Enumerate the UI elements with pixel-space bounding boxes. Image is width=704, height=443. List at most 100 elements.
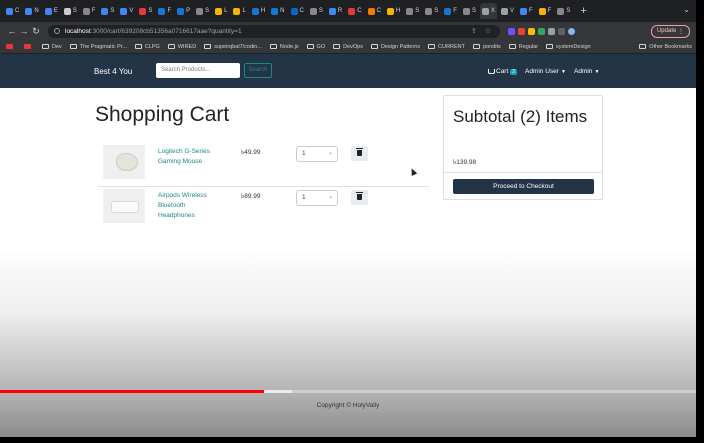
- quantity-value: 1: [302, 150, 306, 157]
- browser-tab[interactable]: N: [269, 3, 286, 19]
- browser-tab[interactable]: F: [537, 3, 554, 19]
- bookmark-item[interactable]: DevOps: [333, 44, 363, 50]
- quantity-select[interactable]: 1 ⌄: [296, 190, 338, 206]
- bookmark-item[interactable]: Design Patterns: [370, 43, 421, 50]
- extension-icon[interactable]: [518, 27, 525, 35]
- browser-tab[interactable]: N: [23, 3, 40, 19]
- quantity-value: 1: [302, 194, 306, 201]
- sidepanel-icon[interactable]: [558, 27, 565, 35]
- bookmark-item[interactable]: CURRENT: [428, 44, 465, 50]
- bookmark-label: Design Patterns: [380, 43, 421, 50]
- admin-user-dropdown[interactable]: Admin User ▼: [525, 68, 566, 75]
- bookmark-item[interactable]: CLPG: [134, 44, 160, 50]
- browser-tab[interactable]: H: [250, 3, 267, 19]
- share-and-bookmark-star-icons[interactable]: ⇪ ☆: [471, 27, 494, 35]
- extension-icon[interactable]: [508, 27, 515, 35]
- browser-tab[interactable]: C: [289, 3, 306, 19]
- browser-tab[interactable]: L: [213, 3, 229, 19]
- folder-icon: [428, 44, 436, 49]
- bookmark-item[interactable]: WIRED: [167, 44, 196, 50]
- browser-tab[interactable]: V: [499, 3, 516, 19]
- remove-item-button[interactable]: [351, 190, 368, 205]
- tab-label: F: [547, 8, 552, 14]
- back-arrow-icon[interactable]: ←: [6, 26, 18, 36]
- new-tab-button[interactable]: +: [580, 5, 586, 17]
- browser-tab[interactable]: C: [4, 3, 21, 19]
- browser-tab[interactable]: F: [156, 3, 173, 19]
- video-progress-bar[interactable]: [0, 390, 696, 393]
- bookmark-label: pondits: [483, 43, 501, 50]
- browser-tab[interactable]: F: [518, 3, 535, 19]
- browser-tab[interactable]: C: [366, 3, 383, 19]
- browser-tab[interactable]: S: [194, 3, 211, 19]
- site-info-icon[interactable]: [54, 28, 60, 34]
- tab-list-chevron-icon[interactable]: ⌄: [683, 5, 690, 14]
- profile-avatar-icon[interactable]: [568, 27, 575, 35]
- browser-tab[interactable]: S: [461, 3, 478, 19]
- other-bookmarks[interactable]: Other Bookmarks: [639, 44, 692, 50]
- remove-item-button[interactable]: [351, 146, 368, 161]
- search-button[interactable]: Search: [244, 63, 272, 78]
- tab-label: F: [529, 8, 533, 14]
- browser-tab[interactable]: S: [99, 3, 116, 19]
- address-bar[interactable]: localhost:3000/cart/639208cb51356a071661…: [48, 24, 500, 38]
- url-path: :3000/cart/639208cb51356a0716617aae?quan…: [90, 27, 242, 35]
- cart-link[interactable]: Cart 2: [488, 68, 518, 75]
- tab-favicon-icon: [25, 7, 33, 15]
- browser-tab[interactable]: L: [231, 3, 247, 19]
- bookmark-item[interactable]: supeirqbal7/codin...: [204, 44, 262, 50]
- browser-tab[interactable]: S: [62, 3, 79, 19]
- tab-label: S: [471, 8, 476, 14]
- extension-icon[interactable]: [538, 27, 545, 35]
- tab-favicon-icon: [520, 7, 527, 15]
- forward-arrow-icon[interactable]: →: [18, 26, 30, 36]
- tab-favicon-icon: [462, 7, 470, 15]
- product-name-link[interactable]: Logitech G-Series Gaming Mouse: [158, 147, 218, 167]
- product-image[interactable]: [103, 145, 145, 179]
- bookmark-youtube[interactable]: [24, 44, 34, 49]
- browser-tab[interactable]: S: [423, 3, 440, 19]
- browser-tab[interactable]: F: [81, 3, 98, 19]
- browser-tab[interactable]: S: [137, 3, 154, 19]
- browser-tab[interactable]: C: [346, 3, 363, 19]
- tab-favicon-icon: [158, 7, 166, 15]
- puzzle-icon[interactable]: [548, 27, 555, 35]
- product-price: ৳89.99: [241, 193, 261, 200]
- extension-icon[interactable]: [528, 27, 535, 35]
- browser-tab[interactable]: P: [175, 3, 192, 19]
- proceed-to-checkout-button[interactable]: Proceed to Checkout: [453, 179, 594, 194]
- browser-tab[interactable]: H: [385, 3, 402, 19]
- tab-label: V: [129, 8, 134, 14]
- browser-tab[interactable]: X: [479, 3, 497, 19]
- update-button[interactable]: Update ⋮: [650, 24, 690, 38]
- browser-tab[interactable]: S: [308, 3, 325, 19]
- airpods-product-icon: [111, 201, 139, 213]
- admin-label: Admin: [574, 68, 593, 75]
- bookmark-item[interactable]: GO: [306, 44, 325, 50]
- bookmark-item[interactable]: The Pragmatic Pr...: [69, 44, 127, 50]
- bookmark-item[interactable]: Regular: [508, 44, 538, 50]
- browser-tab[interactable]: F: [442, 3, 459, 19]
- browser-tab-strip: C N E S F S V S F P S L L H N C S R C C H S S F S X V F F S +: [0, 0, 696, 22]
- folder-icon: [69, 44, 77, 49]
- browser-tab[interactable]: V: [118, 3, 135, 19]
- bookmark-item[interactable]: systemDesign: [546, 44, 591, 50]
- bookmark-item[interactable]: pondits: [473, 44, 501, 50]
- browser-tab[interactable]: R: [327, 3, 344, 19]
- browser-tab[interactable]: S: [555, 3, 572, 19]
- bookmark-item[interactable]: Dev: [42, 44, 62, 50]
- bookmark-apps[interactable]: [6, 44, 16, 49]
- search-input[interactable]: Search Products...: [156, 63, 240, 78]
- cart-label: Cart: [496, 68, 509, 75]
- bookmark-item[interactable]: Node.js: [269, 43, 299, 50]
- reload-icon[interactable]: ↻: [30, 26, 42, 37]
- product-name-link[interactable]: Airpods Wireless Bluetooth Headphones: [158, 191, 218, 221]
- browser-tab[interactable]: S: [404, 3, 421, 19]
- admin-dropdown[interactable]: Admin ▼: [574, 68, 599, 75]
- browser-tab[interactable]: E: [43, 3, 60, 19]
- quantity-select[interactable]: 1 ⌄: [296, 146, 338, 162]
- bookmark-label: Node.js: [279, 43, 299, 50]
- brand-logo[interactable]: Best 4 You: [94, 67, 132, 76]
- tab-favicon-icon: [425, 7, 433, 15]
- product-image[interactable]: [103, 189, 145, 223]
